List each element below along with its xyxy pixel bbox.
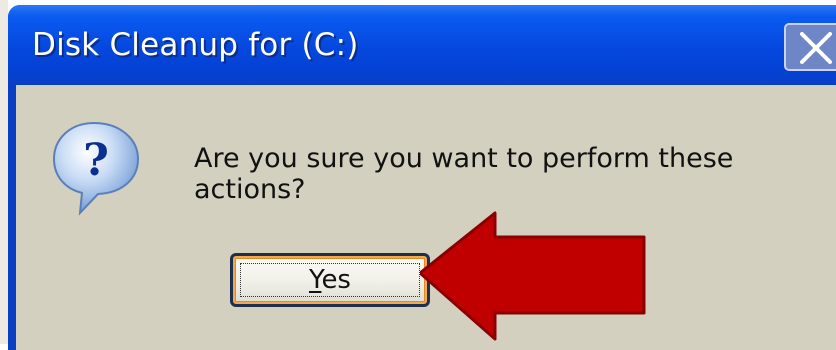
yes-button[interactable]: Yes (230, 253, 430, 307)
close-icon (800, 32, 832, 64)
question-icon: ? (52, 121, 140, 216)
desktop-edge (0, 0, 8, 344)
title-bar[interactable]: Disk Cleanup for (C:) (8, 5, 836, 85)
close-button[interactable] (784, 23, 836, 71)
red-arrow-icon (420, 211, 646, 341)
svg-text:?: ? (83, 135, 109, 186)
confirmation-message: Are you sure you want to perform these a… (194, 143, 734, 205)
window-title: Disk Cleanup for (C:) (32, 27, 359, 63)
focus-rectangle (240, 263, 420, 297)
